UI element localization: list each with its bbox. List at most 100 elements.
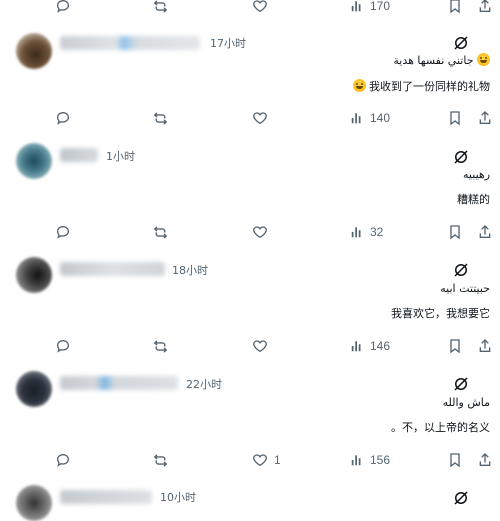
username[interactable]	[60, 262, 165, 276]
grinning-emoji-icon	[477, 53, 490, 66]
action-bar: 146	[0, 336, 500, 356]
repost-icon	[153, 0, 168, 13]
timestamp[interactable]: 1小时	[106, 148, 135, 164]
views-button[interactable]: 140	[350, 108, 390, 128]
username[interactable]	[60, 36, 200, 50]
like-button[interactable]	[252, 0, 268, 16]
share-button[interactable]	[478, 108, 492, 128]
bookmark-button[interactable]	[448, 222, 462, 242]
timestamp[interactable]: 18小时	[172, 262, 208, 278]
grok-icon[interactable]	[452, 148, 470, 166]
share-button[interactable]	[478, 450, 492, 470]
reply-icon	[56, 111, 70, 125]
bookmark-button[interactable]	[448, 336, 462, 356]
repost-button[interactable]	[152, 336, 169, 356]
translation-text-line: 。不，以上帝的名义	[391, 421, 490, 434]
reply-button[interactable]	[55, 450, 71, 470]
bookmark-icon	[450, 111, 460, 126]
reply-text: ماش والله	[443, 396, 490, 409]
translation-text: 糟糕的	[457, 191, 490, 207]
avatar[interactable]	[16, 485, 52, 521]
translation-text-line: 糟糕的	[457, 193, 490, 206]
reply-text-line: ماش والله	[442, 396, 490, 409]
timestamp[interactable]: 17小时	[210, 35, 246, 51]
bookmark-button[interactable]	[448, 108, 462, 128]
views-count: 156	[370, 453, 391, 467]
grok-icon[interactable]	[452, 34, 470, 52]
reply-text-line: جاتني نفسها هدية	[393, 54, 474, 67]
username[interactable]	[60, 148, 98, 162]
bookmark-button[interactable]	[448, 450, 462, 470]
bookmark-icon	[450, 225, 460, 240]
views-count: 32	[370, 225, 384, 239]
views-icon	[351, 227, 361, 238]
timestamp[interactable]: 10小时	[160, 489, 196, 505]
share-icon	[479, 225, 491, 238]
reply-text-line: حبيتتت ابيه	[440, 282, 490, 295]
repost-button[interactable]	[152, 450, 169, 470]
views-icon	[351, 1, 361, 12]
heart-icon	[253, 340, 267, 353]
translation-text: 我喜欢它，我想要它	[391, 305, 490, 321]
like-button[interactable]	[252, 222, 268, 242]
views-icon	[351, 455, 361, 466]
avatar[interactable]	[16, 143, 52, 179]
reply-button[interactable]	[55, 336, 71, 356]
share-icon	[479, 0, 491, 12]
views-icon	[351, 113, 361, 124]
views-button[interactable]: 170	[350, 0, 390, 16]
repost-icon	[153, 111, 168, 125]
grok-icon[interactable]	[452, 261, 470, 279]
timestamp[interactable]: 22小时	[186, 376, 222, 392]
views-button[interactable]: 146	[350, 336, 390, 356]
grok-icon[interactable]	[452, 375, 470, 393]
like-button[interactable]	[252, 336, 268, 356]
repost-button[interactable]	[152, 108, 169, 128]
share-icon	[479, 339, 491, 352]
views-button[interactable]: 32	[350, 222, 383, 242]
like-button[interactable]	[252, 108, 268, 128]
bookmark-icon	[450, 453, 460, 468]
like-count: 1	[274, 453, 281, 467]
share-button[interactable]	[478, 336, 492, 356]
heart-icon	[253, 454, 267, 467]
action-bar: 140	[0, 108, 500, 128]
reply-button[interactable]	[55, 0, 71, 16]
repost-icon	[153, 453, 168, 467]
reply-icon	[56, 0, 70, 13]
avatar[interactable]	[16, 371, 52, 407]
views-count: 140	[370, 111, 391, 125]
share-button[interactable]	[478, 222, 492, 242]
reply-icon	[56, 453, 70, 467]
bookmark-button[interactable]	[448, 0, 462, 16]
action-bar: 32	[0, 222, 500, 242]
reply-button[interactable]	[55, 222, 71, 242]
translation-text-line: 我收到了一份同样的礼物	[369, 80, 490, 93]
repost-button[interactable]	[152, 0, 169, 16]
views-button[interactable]: 156	[350, 450, 390, 470]
action-bar: 170	[0, 0, 500, 16]
repost-icon	[153, 339, 168, 353]
share-icon	[479, 453, 491, 466]
views-count: 146	[370, 339, 391, 353]
repost-button[interactable]	[152, 222, 169, 242]
grok-icon[interactable]	[452, 489, 470, 507]
reply-button[interactable]	[55, 108, 71, 128]
repost-icon	[153, 225, 168, 239]
translation-text: 我收到了一份同样的礼物	[352, 78, 490, 94]
translation-text: 。不，以上帝的名义	[391, 419, 490, 435]
reply-text: حبيتتت ابيه	[440, 282, 490, 295]
heart-icon	[253, 0, 267, 13]
username[interactable]	[60, 490, 152, 504]
action-bar: 1 156	[0, 450, 500, 470]
share-button[interactable]	[478, 0, 492, 16]
reply-icon	[56, 225, 70, 239]
avatar[interactable]	[16, 257, 52, 293]
views-count: 170	[370, 0, 391, 13]
avatar[interactable]	[16, 33, 52, 69]
reply-text: جاتني نفسها هدية	[393, 53, 490, 67]
reply-icon	[56, 339, 70, 353]
views-icon	[351, 341, 361, 352]
like-button[interactable]: 1	[252, 450, 281, 470]
username[interactable]	[60, 376, 178, 390]
